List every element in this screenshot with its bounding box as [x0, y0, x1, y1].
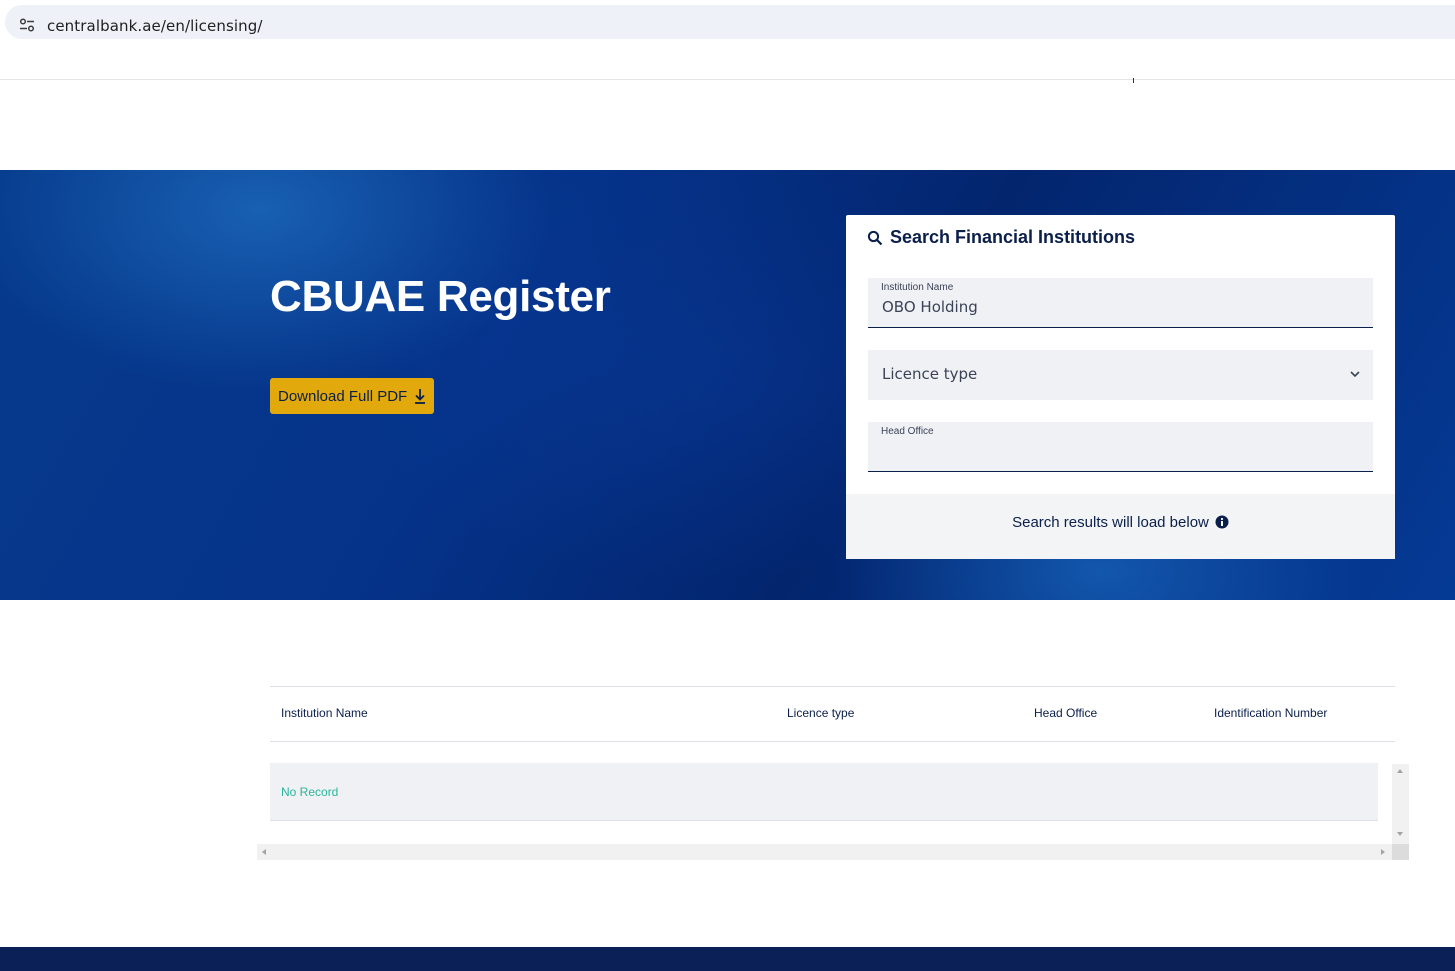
institution-name-field[interactable]: Institution Name — [868, 278, 1373, 328]
site-header — [0, 44, 1455, 80]
scroll-left-arrow-icon[interactable] — [262, 849, 266, 855]
header-divider — [1133, 78, 1134, 83]
browser-address-row: centralbank.ae/en/licensing/ — [0, 0, 1455, 44]
results-hint: Search results will load below — [846, 514, 1395, 531]
scroll-up-arrow-icon[interactable] — [1397, 769, 1403, 773]
table-row: No Record — [270, 763, 1378, 821]
horizontal-scrollbar[interactable] — [257, 844, 1392, 860]
download-pdf-button[interactable]: Download Full PDF — [270, 378, 434, 414]
table-header: Institution Name Licence type Head Offic… — [270, 686, 1395, 742]
column-header-licence-type[interactable]: Licence type — [787, 706, 854, 720]
results-hint-text: Search results will load below — [1012, 514, 1209, 531]
column-header-institution-name[interactable]: Institution Name — [281, 706, 368, 720]
url-text[interactable]: centralbank.ae/en/licensing/ — [47, 17, 263, 35]
address-bar[interactable]: centralbank.ae/en/licensing/ — [5, 5, 1455, 39]
chevron-down-icon[interactable] — [1349, 370, 1361, 378]
institution-name-input[interactable] — [882, 298, 1352, 316]
licence-type-placeholder: Licence type — [882, 365, 978, 383]
institution-name-label: Institution Name — [881, 282, 954, 293]
site-settings-icon[interactable] — [19, 18, 35, 32]
head-office-label: Head Office — [881, 426, 934, 437]
search-card-footer: Search results will load below — [846, 494, 1395, 559]
search-icon — [867, 230, 883, 245]
search-card-header: Search Financial Institutions — [867, 227, 1135, 248]
info-icon[interactable] — [1215, 515, 1229, 529]
licence-type-select[interactable]: Licence type — [868, 350, 1373, 400]
vertical-scrollbar[interactable] — [1392, 764, 1409, 844]
scroll-down-arrow-icon[interactable] — [1397, 832, 1403, 836]
search-card: Search Financial Institutions Institutio… — [846, 215, 1395, 559]
no-record-text: No Record — [281, 785, 339, 799]
column-header-head-office[interactable]: Head Office — [1034, 706, 1097, 720]
head-office-field[interactable]: Head Office — [868, 422, 1373, 472]
search-card-title: Search Financial Institutions — [890, 227, 1136, 247]
head-office-input[interactable] — [882, 442, 1352, 460]
site-footer — [0, 947, 1455, 971]
scroll-right-arrow-icon[interactable] — [1381, 849, 1385, 855]
scrollbar-corner — [1392, 844, 1409, 860]
download-icon — [415, 389, 425, 404]
page-title: CBUAE Register — [270, 272, 611, 321]
download-button-label: Download Full PDF — [278, 387, 408, 405]
hero-banner: CBUAE Register Download Full PDF Search … — [0, 170, 1455, 600]
column-header-identification-number[interactable]: Identification Number — [1214, 706, 1327, 720]
